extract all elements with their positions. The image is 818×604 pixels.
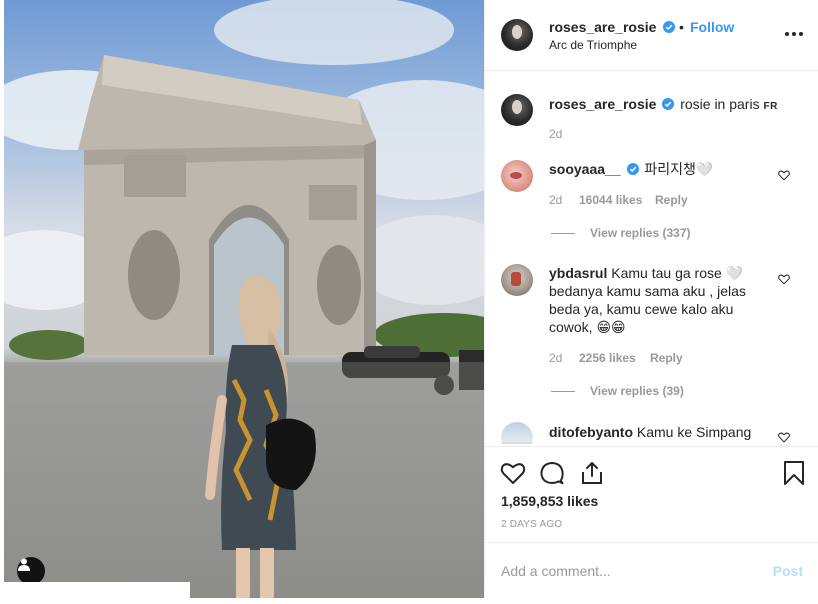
heart-icon[interactable]: [500, 460, 526, 486]
comment-body: 파리지챙🤍: [644, 161, 714, 177]
arc-de-triomphe-illustration: [4, 0, 484, 598]
more-dot-icon: [799, 32, 803, 36]
comment-time[interactable]: 2d: [549, 193, 562, 207]
follow-button[interactable]: Follow: [690, 19, 734, 35]
verified-badge-icon: [662, 98, 675, 110]
comment-username[interactable]: sooyaaa__: [549, 161, 621, 177]
view-replies-button[interactable]: View replies (39): [590, 384, 684, 398]
comment-icon[interactable]: [539, 460, 565, 486]
caption-body: rosie in paris: [680, 96, 760, 112]
post-comment-button[interactable]: Post: [773, 563, 803, 579]
more-dot-icon: [792, 32, 796, 36]
more-dot-icon: [785, 32, 789, 36]
bookmark-icon[interactable]: [781, 460, 807, 486]
photo-footer-strip: [0, 582, 190, 604]
post-details-panel: roses_are_rosie • Follow Arc de Triomphe…: [484, 0, 818, 598]
comment-time[interactable]: 2d: [549, 351, 562, 365]
comment-avatar[interactable]: [501, 160, 533, 192]
verified-badge-icon: [663, 21, 675, 33]
comment-avatar[interactable]: [501, 422, 533, 444]
comment-text: ybdasrul Kamu tau ga rose 🤍 bedanya kamu…: [549, 264, 759, 336]
comment-text: sooyaaa__ 파리지챙🤍: [549, 160, 769, 178]
separator-dot: •: [679, 19, 684, 35]
replies-line: [551, 391, 575, 392]
author-username[interactable]: roses_are_rosie: [549, 19, 656, 35]
comment-like-heart-icon[interactable]: [778, 169, 790, 181]
flag-fr: FR: [763, 101, 778, 112]
replies-line: [551, 233, 575, 234]
tagged-users-button[interactable]: [17, 557, 45, 585]
caption-username[interactable]: roses_are_rosie: [549, 96, 656, 112]
reply-button[interactable]: Reply: [655, 193, 688, 207]
comment-like-heart-icon[interactable]: [778, 431, 790, 443]
post-actions: 1,859,853 likes 2 DAYS AGO: [485, 446, 818, 542]
view-replies-button[interactable]: View replies (337): [590, 226, 691, 240]
user-icon: [18, 558, 30, 571]
comment-likes[interactable]: 16044 likes: [579, 193, 642, 207]
comments-list[interactable]: roses_are_rosie rosie in paris FR 2d soo…: [485, 72, 818, 444]
share-icon[interactable]: [579, 460, 605, 486]
comment-likes[interactable]: 2256 likes: [579, 351, 636, 365]
add-comment-bar: Post: [485, 542, 818, 598]
comment-avatar[interactable]: [501, 264, 533, 296]
caption-time[interactable]: 2d: [549, 127, 562, 141]
reply-button[interactable]: Reply: [650, 351, 683, 365]
comment-body: Kamu ke Simpang: [636, 424, 752, 440]
post-location[interactable]: Arc de Triomphe: [549, 38, 637, 52]
add-comment-input[interactable]: [501, 561, 761, 581]
caption-avatar[interactable]: [501, 94, 533, 126]
comment-username[interactable]: ditofebyanto: [549, 424, 633, 440]
comment-like-heart-icon[interactable]: [778, 273, 790, 285]
post-photo[interactable]: [4, 0, 484, 598]
likes-count[interactable]: 1,859,853 likes: [501, 493, 598, 509]
caption-text: roses_are_rosie rosie in paris FR: [549, 95, 799, 116]
post-header: roses_are_rosie • Follow Arc de Triomphe: [485, 0, 818, 71]
more-options-button[interactable]: [785, 25, 803, 43]
author-avatar[interactable]: [501, 19, 533, 51]
comment-text: ditofebyanto Kamu ke Simpang: [549, 423, 769, 441]
verified-badge-icon: [626, 163, 639, 175]
post-time-ago[interactable]: 2 DAYS AGO: [501, 519, 562, 530]
comment-username[interactable]: ybdasrul: [549, 265, 607, 281]
